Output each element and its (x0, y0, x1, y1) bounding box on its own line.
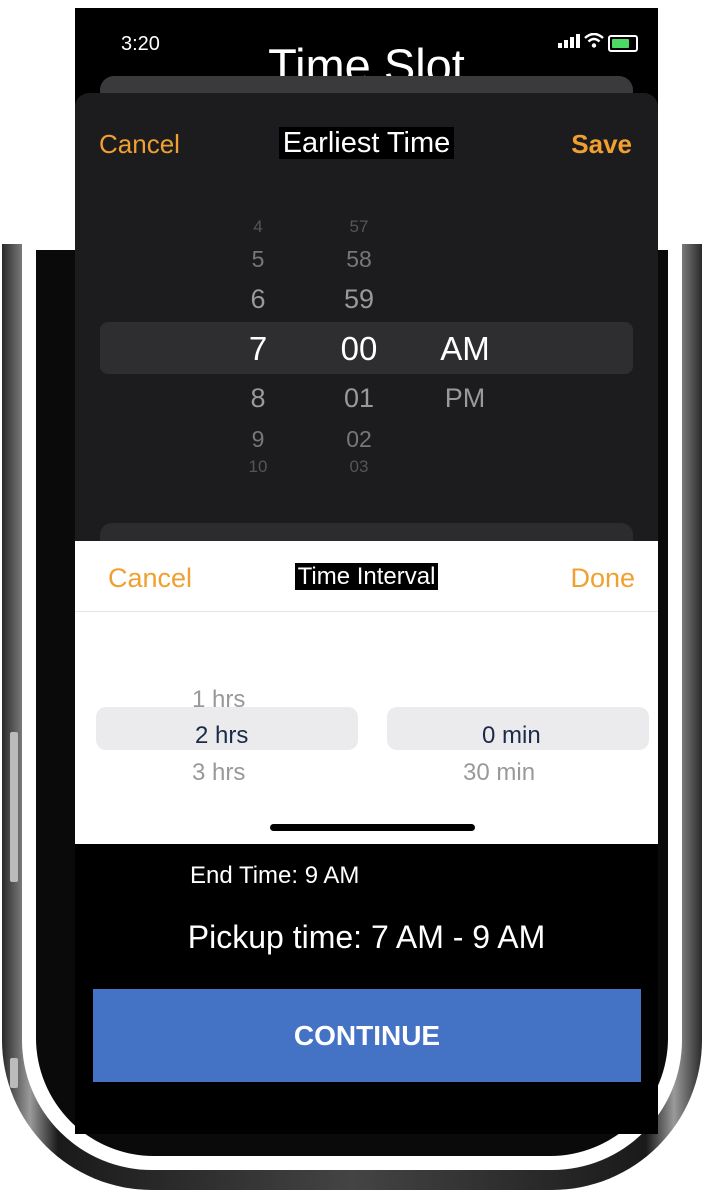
time-interval-sheet: Cancel Time Interval Done 1 hrs 2 hrs 3 … (75, 541, 658, 844)
home-indicator (270, 824, 475, 831)
header-divider (75, 611, 658, 612)
done-button[interactable]: Done (570, 563, 635, 594)
hour-option[interactable]: 5 (228, 246, 288, 273)
earliest-title-label: Earliest Time (278, 127, 455, 159)
period-option[interactable]: PM (425, 383, 505, 414)
minute-option[interactable]: 01 (329, 383, 389, 414)
hour-option[interactable]: 10 (228, 457, 288, 474)
side-button (10, 732, 18, 882)
side-button-lower (10, 1058, 18, 1088)
hour-option[interactable]: 6 (228, 284, 288, 315)
interval-hours-option-selected[interactable]: 2 hrs (195, 722, 248, 750)
hour-option[interactable]: 4 (228, 217, 288, 237)
hour-option[interactable]: 8 (228, 383, 288, 414)
interval-minutes-option[interactable]: 30 min (463, 759, 535, 787)
period-option-selected[interactable]: AM (425, 330, 505, 368)
minute-option[interactable]: 02 (329, 426, 389, 453)
interval-minutes-option-selected[interactable]: 0 min (482, 722, 541, 750)
minute-option[interactable]: 57 (329, 217, 389, 237)
pickup-time-label: Pickup time: 7 AM - 9 AM (187, 919, 546, 955)
end-time-label: End Time: 9 AM (190, 862, 360, 889)
earliest-time-sheet: Cancel Earliest Time Save 4 5 6 7 8 9 10… (75, 93, 658, 593)
interval-hours-option[interactable]: 1 hrs (192, 686, 245, 714)
hour-option-selected[interactable]: 7 (228, 330, 288, 368)
interval-title-label: Time Interval (294, 563, 439, 590)
continue-button[interactable]: CONTINUE (93, 989, 641, 1082)
minute-option[interactable]: 03 (329, 457, 389, 474)
hour-option[interactable]: 9 (228, 426, 288, 453)
minute-option[interactable]: 59 (329, 284, 389, 315)
minute-option-selected[interactable]: 00 (329, 330, 389, 368)
save-button[interactable]: Save (571, 129, 632, 160)
minute-option[interactable]: 58 (329, 246, 389, 273)
phone-screen: 3:20 Time Slot Cancel Earliest Time Save… (75, 8, 658, 1134)
summary-area: End Time: 9 AM Pickup time: 7 AM - 9 AM … (75, 844, 658, 1134)
interval-hours-option[interactable]: 3 hrs (192, 759, 245, 787)
